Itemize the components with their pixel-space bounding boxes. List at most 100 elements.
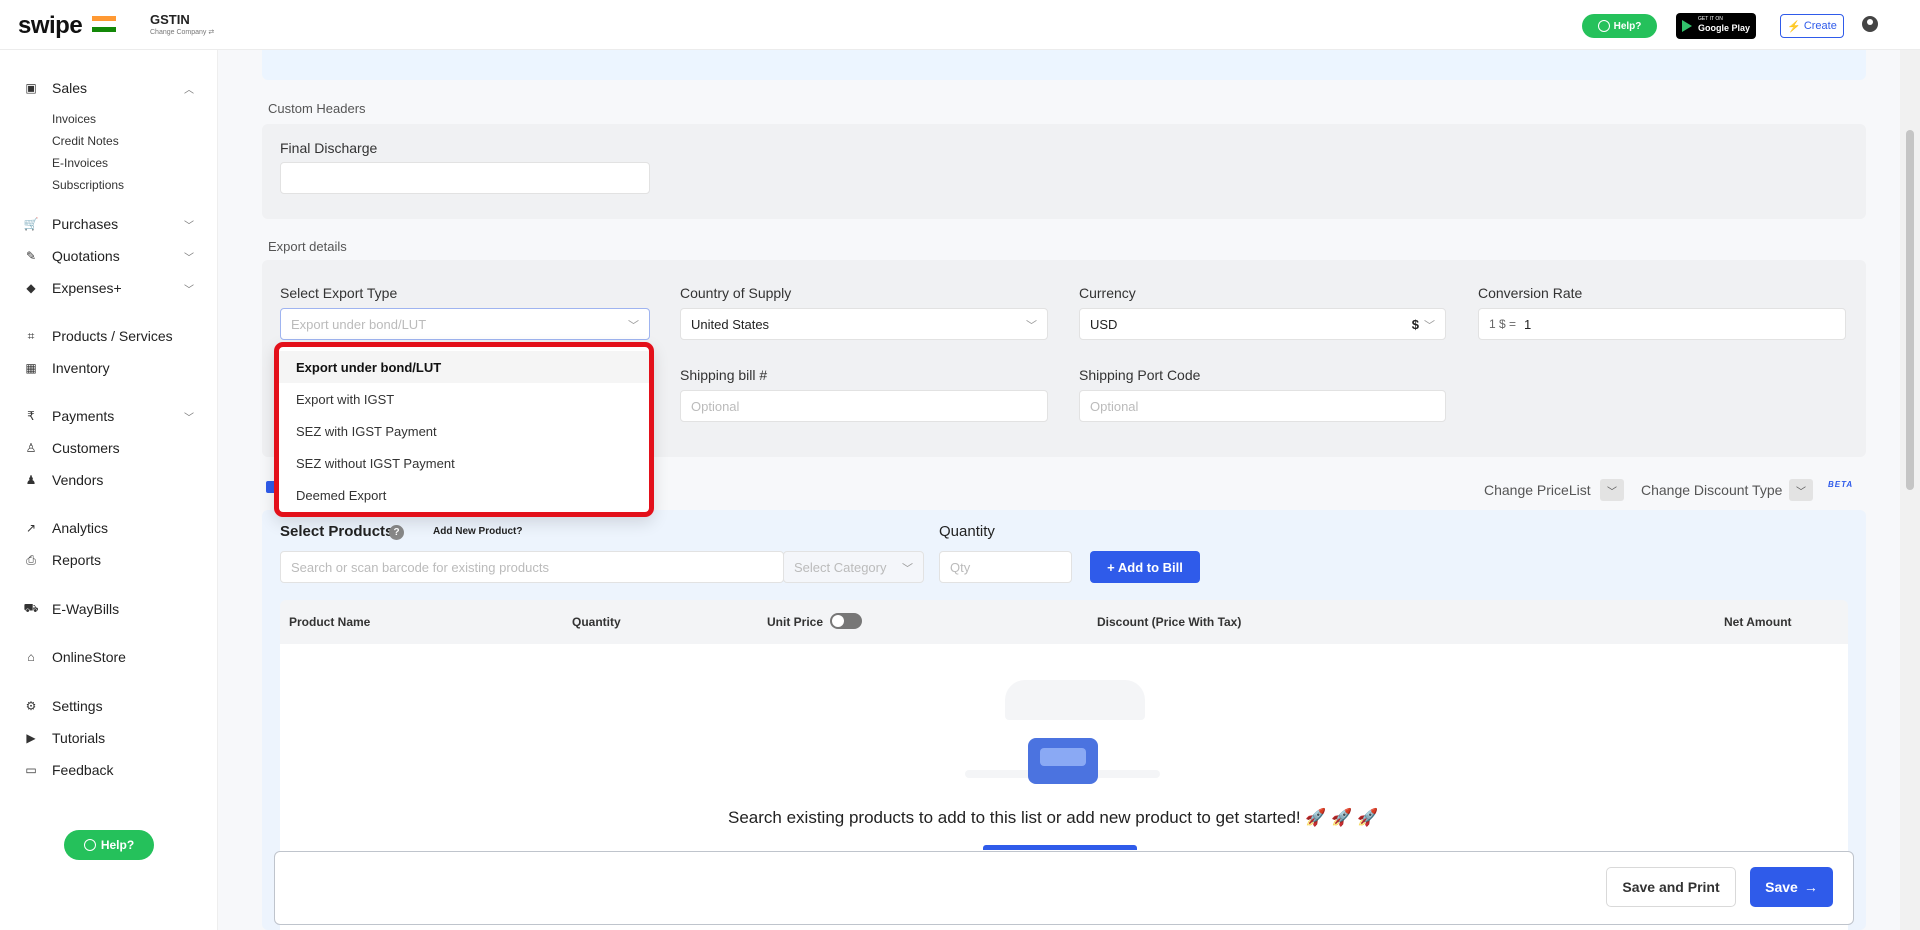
swipe-logo[interactable]: swipe — [18, 12, 83, 40]
save-and-print-button[interactable]: Save and Print — [1606, 867, 1736, 907]
sidebar-subitem-e-invoices[interactable]: E-Invoices — [52, 156, 108, 170]
sidebar-item-label: Inventory — [52, 360, 110, 376]
shipping-bill-placeholder: Optional — [691, 398, 740, 414]
export-type-dropdown: Export under bond/LUT Export with IGST S… — [274, 342, 654, 517]
help-label: Help? — [100, 838, 135, 852]
sidebar-item-vendors[interactable]: ♟ Vendors — [24, 469, 194, 491]
country-value: United States — [691, 316, 770, 332]
beta-badge: BETA — [1828, 480, 1854, 489]
port-code-field[interactable]: Optional — [1079, 390, 1446, 422]
google-play-badge[interactable]: GET IT ON Google Play — [1676, 13, 1756, 39]
shipping-bill-label: Shipping bill # — [680, 367, 768, 383]
user-account-icon[interactable] — [1862, 16, 1878, 32]
dropdown-option-deemed-export[interactable]: Deemed Export — [279, 479, 649, 511]
unit-price-toggle[interactable] — [830, 613, 862, 629]
sidebar-item-purchases[interactable]: 🛒 Purchases ﹀ — [24, 213, 194, 235]
sidebar-item-payments[interactable]: ₹ Payments ﹀ — [24, 405, 194, 427]
arrow-right-icon: → — [1803, 879, 1818, 895]
products-icon: ⌗ — [27, 328, 35, 343]
chevron-down-icon: ﹀ — [1424, 320, 1435, 332]
sidebar-item-feedback[interactable]: ▭ Feedback — [24, 759, 194, 781]
chevron-up-icon: ︿ — [184, 85, 194, 96]
sidebar-item-reports[interactable]: ⎙ Reports — [24, 549, 194, 571]
sidebar-subitem-invoices[interactable]: Invoices — [52, 112, 96, 126]
currency-select[interactable]: USD $ ﹀ — [1079, 308, 1446, 340]
export-details-title: Export details — [268, 239, 347, 254]
sidebar-item-onlinestore[interactable]: ⌂ OnlineStore — [24, 646, 194, 668]
partially-hidden-button[interactable] — [983, 845, 1137, 850]
chevron-down-icon: ﹀ — [184, 253, 194, 264]
column-header: Net Amount — [1724, 615, 1792, 629]
currency-symbol: $ — [1411, 317, 1419, 332]
column-header: Unit Price — [767, 615, 824, 629]
chevron-down-icon: ﹀ — [184, 285, 194, 296]
sidebar-item-customers[interactable]: ♙ Customers — [24, 437, 194, 459]
column-header: Product Name — [289, 615, 371, 629]
sidebar-item-label: Quotations — [52, 248, 120, 264]
chevron-down-icon: ﹀ — [184, 221, 194, 232]
dropdown-option-sez-without-igst[interactable]: SEZ without IGST Payment — [279, 447, 649, 479]
people-icon: ♟ — [25, 473, 37, 487]
sidebar-item-label: E-WayBills — [52, 601, 120, 617]
export-type-select[interactable]: Export under bond/LUT ﹀ — [280, 308, 650, 340]
sidebar-item-label: Analytics — [52, 520, 109, 536]
add-new-product-link[interactable]: Add New Product? — [433, 526, 522, 537]
sidebar-item-expenses[interactable]: ◆ Expenses+ ﹀ — [24, 277, 194, 299]
sidebar-help-button[interactable]: Help? — [64, 830, 154, 860]
person-icon: ♙ — [25, 441, 37, 455]
shipping-bill-field[interactable]: Optional — [680, 390, 1048, 422]
whatsapp-icon — [1597, 20, 1610, 32]
qty-input[interactable]: Qty — [939, 551, 1072, 583]
dropdown-option-sez-with-igst[interactable]: SEZ with IGST Payment — [279, 415, 649, 447]
chevron-down-icon: ﹀ — [1026, 320, 1037, 332]
empty-inbox-icon — [1028, 738, 1098, 784]
sidebar-item-settings[interactable]: ⚙ Settings — [24, 695, 194, 717]
final-discharge-field[interactable] — [280, 162, 650, 194]
sidebar-item-label: Vendors — [52, 472, 104, 488]
sidebar-item-label: Settings — [52, 698, 103, 714]
change-pricelist-select[interactable]: ﹀ — [1600, 479, 1624, 501]
country-select[interactable]: United States ﹀ — [680, 308, 1048, 340]
sidebar-item-tutorials[interactable]: ▶ Tutorials — [24, 727, 194, 749]
country-label: Country of Supply — [680, 285, 792, 301]
dropdown-option-export-with-igst[interactable]: Export with IGST — [279, 383, 649, 415]
sidebar-item-label: OnlineStore — [52, 649, 126, 665]
chevron-down-icon: ﹀ — [628, 320, 639, 332]
export-type-label: Select Export Type — [280, 285, 398, 301]
save-button[interactable]: Save → — [1750, 867, 1833, 907]
currency-label: Currency — [1079, 285, 1136, 301]
scrollbar-thumb[interactable] — [1906, 130, 1914, 490]
sidebar-subitem-subscriptions[interactable]: Subscriptions — [52, 178, 124, 192]
company-name[interactable]: GSTIN — [150, 12, 190, 27]
vertical-scrollbar[interactable] — [1900, 50, 1920, 930]
sidebar-item-ewaybills[interactable]: ⛟ E-WayBills — [23, 598, 194, 620]
gear-icon: ⚙ — [25, 699, 37, 713]
sidebar-subitem-credit-notes[interactable]: Credit Notes — [52, 134, 119, 148]
add-to-bill-button[interactable]: + Add to Bill — [1090, 551, 1200, 583]
change-company-link[interactable]: Change Company ⇄ — [150, 28, 214, 36]
sidebar-item-products[interactable]: ⌗ Products / Services — [24, 325, 194, 347]
pencil-icon: ✎ — [25, 249, 37, 263]
change-discount-select[interactable]: ﹀ — [1789, 479, 1813, 501]
sidebar-item-inventory[interactable]: ▦ Inventory — [24, 357, 194, 379]
sidebar-item-quotations[interactable]: ✎ Quotations ﹀ — [24, 245, 194, 267]
dropdown-option-export-under-bond[interactable]: Export under bond/LUT — [279, 351, 649, 383]
products-table-header: Product Name Quantity Unit Price Discoun… — [280, 600, 1848, 644]
select-products-label: Select Products — [280, 523, 394, 540]
sidebar-item-analytics[interactable]: ↗ Analytics — [24, 517, 194, 539]
analytics-icon: ↗ — [25, 521, 37, 535]
conversion-label: Conversion Rate — [1478, 285, 1583, 301]
conversion-rate-field[interactable]: 1 $ = 1 — [1478, 308, 1846, 340]
chevron-down-icon: ﹀ — [184, 413, 194, 424]
feedback-icon: ▭ — [25, 763, 37, 777]
help-label: Help? — [1613, 20, 1642, 32]
sidebar-item-sales[interactable]: ▣ Sales ︿ — [24, 77, 194, 99]
help-button[interactable]: Help? — [1582, 14, 1657, 38]
category-select[interactable]: Select Category ﹀ — [783, 551, 924, 583]
question-icon[interactable]: ? — [389, 525, 404, 540]
product-search-input[interactable]: Search or scan barcode for existing prod… — [280, 551, 784, 583]
gplay-small-text: GET IT ON — [1698, 16, 1723, 22]
save-label: Save — [1765, 879, 1798, 895]
custom-headers-title: Custom Headers — [268, 101, 366, 116]
create-button[interactable]: ⚡ Create — [1780, 14, 1844, 38]
